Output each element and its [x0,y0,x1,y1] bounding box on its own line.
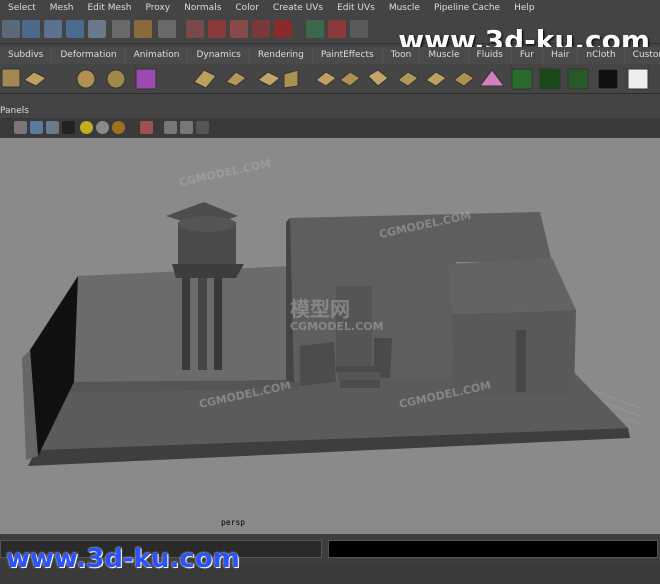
menu-color[interactable]: Color [227,3,265,13]
menu-mesh[interactable]: Mesh [42,3,80,13]
menu-proxy[interactable]: Proxy [137,3,176,13]
isolate-select-icon[interactable] [164,121,177,134]
lattice-icon[interactable] [135,68,157,90]
tab-deformation[interactable]: Deformation [52,47,126,64]
checker-texture-icon[interactable] [62,121,75,134]
curve-tool-icon[interactable] [2,20,20,38]
shelf [0,64,660,94]
tab-dynamics[interactable]: Dynamics [188,47,250,64]
textured-icon[interactable] [46,121,59,134]
svg-text:CGMODEL.COM: CGMODEL.COM [290,320,384,333]
stairs [336,366,380,388]
subdiv-cube-icon[interactable] [1,68,21,88]
select-camera-icon[interactable] [140,121,153,134]
menu-edit-uvs[interactable]: Edit UVs [329,3,381,13]
squash-icon[interactable] [283,69,299,89]
sine-icon[interactable] [257,71,281,87]
panel-toolbar [0,118,660,138]
scene-render: CGMODEL.COM CGMODEL.COM 模型网 CGMODEL.COM … [22,157,641,466]
twist-icon[interactable] [315,71,337,87]
menu-create-uvs[interactable]: Create UVs [265,3,329,13]
xray-icon[interactable] [180,121,193,134]
tab-ncloth[interactable]: nCloth [578,47,625,64]
subdiv-plane-icon[interactable] [23,71,47,87]
snap-grid-icon[interactable] [186,20,204,38]
tab-animation[interactable]: Animation [125,47,189,64]
flare-icon[interactable] [225,71,247,87]
render-icon[interactable] [328,20,346,38]
menu-edit-mesh[interactable]: Edit Mesh [79,3,137,13]
menu-pipeline-cache[interactable]: Pipeline Cache [426,3,506,13]
paint-weights-icon[interactable] [627,68,649,90]
menu-select[interactable]: Select [0,3,42,13]
perspective-viewport[interactable]: CGMODEL.COM CGMODEL.COM 模型网 CGMODEL.COM … [0,138,660,534]
shelf-icons [1,68,649,90]
share-icon[interactable] [196,121,209,134]
command-result-field [328,540,658,558]
tab-fur[interactable]: Fur [511,47,543,64]
watermark-bottom: www.3d-ku.com [6,544,240,574]
paint-select-icon[interactable] [88,20,106,38]
lock-icon[interactable] [134,20,152,38]
tab-muscle[interactable]: Muscle [420,47,469,64]
snap-live-icon[interactable] [274,20,292,38]
skeleton-icon[interactable] [511,68,533,90]
panels-menu[interactable]: Panels [0,106,29,116]
tab-toon[interactable]: Toon [382,47,421,64]
snap-curve-icon[interactable] [208,20,226,38]
camera-label: persp [221,518,246,527]
sculpt-icon[interactable] [425,71,447,87]
default-light-icon[interactable] [80,121,93,134]
wire-icon[interactable] [397,71,419,87]
status-line-toolbar: www.3d-ku.com [0,16,660,57]
tab-rendering[interactable]: Rendering [249,47,313,64]
jiggle-icon[interactable] [453,71,475,87]
ik-handle-icon[interactable] [539,68,561,90]
subdiv-torus-icon[interactable] [106,69,126,89]
snap-point-icon[interactable] [230,20,248,38]
panel-menu: Panels [0,104,660,118]
wrap-icon[interactable] [367,69,389,87]
shadows-icon[interactable] [112,121,125,134]
menu-muscle[interactable]: Muscle [381,3,426,13]
ipr-render-icon[interactable] [350,20,368,38]
tab-subdivs[interactable]: Subdivs [0,47,53,64]
edge-mode-icon[interactable] [44,20,62,38]
checker-icon[interactable] [597,68,619,90]
construction-history-icon[interactable] [306,20,324,38]
tab-fluids[interactable]: Fluids [468,47,512,64]
tab-painteffects[interactable]: PaintEffects [312,47,383,64]
help-icon[interactable] [112,20,130,38]
smooth-shade-icon[interactable] [30,121,43,134]
bind-skin-icon[interactable] [567,68,589,90]
shelf-tabs: Subdivs Deformation Animation Dynamics R… [0,47,660,64]
wireframe-icon[interactable] [14,121,27,134]
snap-view-icon[interactable] [252,20,270,38]
select-mode-icon[interactable] [22,20,40,38]
side-annex [448,258,576,396]
svg-text:CGMODEL.COM: CGMODEL.COM [178,157,272,189]
tab-custom[interactable]: Custom [624,47,660,64]
svg-text:模型网: 模型网 [290,297,350,321]
vertex-mode-icon[interactable] [66,20,84,38]
wave-icon[interactable] [339,71,361,87]
soft-mod-icon[interactable] [479,69,505,87]
menu-help[interactable]: Help [506,3,541,13]
pick-icon[interactable] [158,20,176,38]
menu-normals[interactable]: Normals [176,3,227,13]
bend-icon[interactable] [193,69,217,89]
main-menubar: Select Mesh Edit Mesh Proxy Normals Colo… [0,0,660,16]
all-lights-icon[interactable] [96,121,109,134]
subdiv-sphere-icon[interactable] [76,69,96,89]
maya-window: Select Mesh Edit Mesh Proxy Normals Colo… [0,0,660,584]
tab-hair[interactable]: Hair [542,47,579,64]
